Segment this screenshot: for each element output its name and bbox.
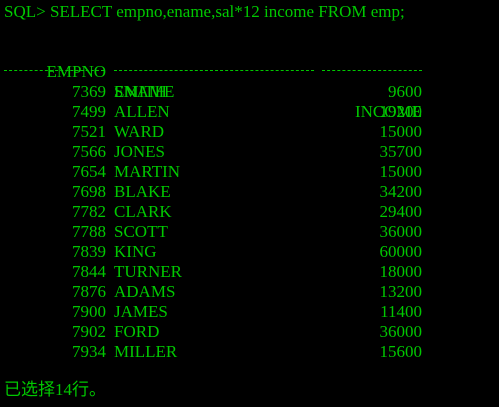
table-row: 7566 JONES 35700 (4, 142, 434, 162)
cell-ename: JONES (114, 142, 166, 161)
cell-ename: WARD (114, 122, 165, 141)
cell-income: 9600 (388, 82, 422, 101)
table-row: 7782 CLARK 29400 (4, 202, 434, 222)
cell-income: 36000 (379, 222, 423, 241)
cell-empno: 7654 (72, 162, 106, 181)
cell-ename: ALLEN (114, 102, 170, 121)
cell-ename: MILLER (114, 342, 178, 361)
table-row: 7839 KING 60000 (4, 242, 434, 262)
cell-ename: CLARK (114, 202, 172, 221)
separator-income (322, 70, 422, 71)
table-row: 7844 TURNER 18000 (4, 262, 434, 282)
separator-empno (4, 70, 104, 71)
table-row: 7369 SMITH 9600 (4, 82, 434, 102)
cell-empno: 7566 (72, 142, 106, 161)
cell-ename: TURNER (114, 262, 182, 281)
cell-ename: ADAMS (114, 282, 176, 301)
cell-income: 13200 (379, 282, 423, 301)
table-row: 7788 SCOTT 36000 (4, 222, 434, 242)
table-row: 7698 BLAKE 34200 (4, 182, 434, 202)
cell-empno: 7844 (72, 262, 106, 281)
table-row: 7934 MILLER 15600 (4, 342, 434, 362)
column-separator-row (4, 60, 434, 80)
cell-ename: KING (114, 242, 157, 261)
cell-ename: BLAKE (114, 182, 171, 201)
cell-income: 15000 (379, 122, 423, 141)
cell-empno: 7698 (72, 182, 106, 201)
cell-empno: 7902 (72, 322, 106, 341)
cell-income: 29400 (379, 202, 423, 221)
cell-empno: 7788 (72, 222, 106, 241)
cell-income: 60000 (379, 242, 423, 261)
table-row: 7499 ALLEN 19200 (4, 102, 434, 122)
row-count-footer: 已选择14行。 (4, 380, 106, 399)
table-row: 7876 ADAMS 13200 (4, 282, 434, 302)
cell-empno: 7499 (72, 102, 106, 121)
cell-income: 18000 (379, 262, 423, 281)
cell-empno: 7876 (72, 282, 106, 301)
cell-ename: MARTIN (114, 162, 181, 181)
cell-income: 11400 (380, 302, 422, 321)
cell-empno: 7369 (72, 82, 106, 101)
sql-prompt-line: SQL> SELECT empno,ename,sal*12 income FR… (4, 2, 405, 21)
cell-empno: 7900 (72, 302, 106, 321)
cell-ename: JAMES (114, 302, 168, 321)
cell-empno: 7521 (72, 122, 106, 141)
cell-income: 34200 (379, 182, 423, 201)
cell-income: 15000 (379, 162, 423, 181)
cell-income: 15600 (379, 342, 423, 361)
cell-ename: SMITH (114, 82, 167, 101)
separator-ename (114, 70, 314, 71)
column-header-row: EMPNO ENAME INCOME (4, 42, 434, 121)
cell-empno: 7782 (72, 202, 106, 221)
cell-ename: SCOTT (114, 222, 168, 241)
cell-income: 36000 (379, 322, 423, 341)
cell-empno: 7839 (72, 242, 106, 261)
table-row: 7521 WARD 15000 (4, 122, 434, 142)
cell-income: 19200 (379, 102, 423, 121)
cell-empno: 7934 (72, 342, 106, 361)
table-row: 7902 FORD 36000 (4, 322, 434, 342)
sqlplus-console[interactable]: SQL> SELECT empno,ename,sal*12 income FR… (0, 0, 499, 407)
table-row: 7900 JAMES 11400 (4, 302, 434, 322)
cell-income: 35700 (379, 142, 423, 161)
table-row: 7654 MARTIN 15000 (4, 162, 434, 182)
cell-ename: FORD (114, 322, 160, 341)
